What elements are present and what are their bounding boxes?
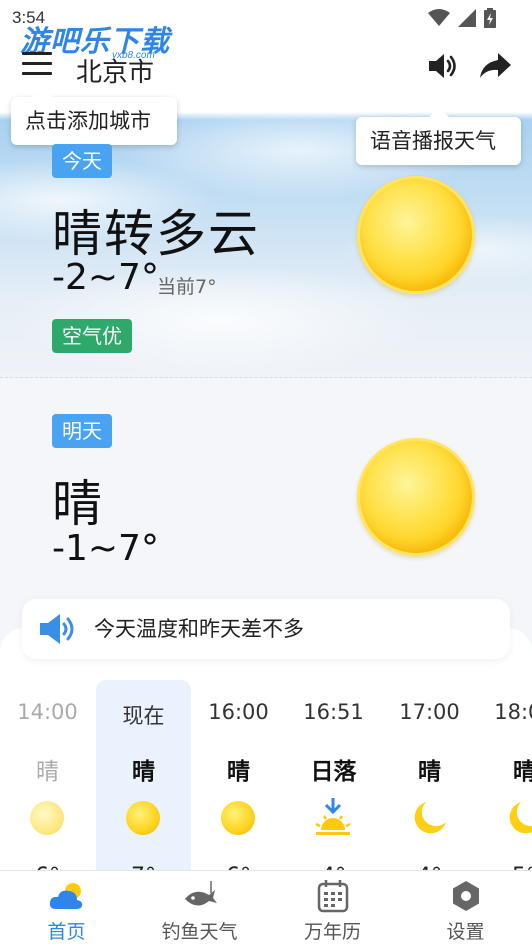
hour-col-now[interactable]: 现在 晴 7°: [96, 680, 191, 889]
hour-time: 16:00: [208, 700, 269, 724]
nav-home[interactable]: 首页: [0, 871, 133, 946]
menu-icon[interactable]: [22, 52, 52, 76]
moon-icon: [414, 802, 446, 834]
nav-label: 首页: [47, 921, 86, 943]
nav-label: 钓鱼天气: [161, 921, 238, 943]
hour-time: 16:51: [303, 700, 364, 724]
sun-icon: [126, 801, 160, 835]
calendar-icon: [317, 880, 348, 913]
hour-condition: 晴: [132, 759, 155, 785]
hour-time: 14:00: [17, 700, 78, 724]
hour-col[interactable]: 14:00 晴 6°: [0, 680, 95, 889]
today-condition: 晴转多云: [52, 205, 260, 263]
sunset-icon: [315, 798, 351, 835]
current-temp: 当前7°: [157, 276, 217, 298]
sun-icon: [221, 801, 255, 835]
nav-fishing[interactable]: 钓鱼天气: [133, 871, 266, 946]
speaker-icon[interactable]: [426, 50, 460, 82]
hour-condition: 晴: [36, 759, 59, 785]
air-quality-badge[interactable]: 空气优: [52, 319, 132, 353]
voice-broadcast-tooltip[interactable]: 语音播报天气: [356, 117, 521, 165]
hour-condition: 晴: [418, 759, 441, 785]
nav-label: 万年历: [303, 921, 361, 943]
tomorrow-condition: 晴: [52, 475, 104, 533]
today-temp-range: -2~7°: [52, 257, 159, 298]
today-sun-icon: [357, 176, 475, 294]
wifi-icon: [428, 9, 450, 26]
cloud-sun-icon: [49, 883, 82, 909]
day-divider: [0, 377, 532, 378]
signal-icon: [458, 9, 476, 27]
nav-settings[interactable]: 设置: [399, 871, 532, 946]
today-badge: 今天: [52, 144, 112, 178]
sun-icon: [30, 801, 64, 835]
battery-icon: [484, 8, 496, 28]
hour-col[interactable]: 16:00 晴 6°: [191, 680, 286, 889]
tomorrow-badge: 明天: [52, 414, 112, 448]
nav-calendar[interactable]: 万年历: [266, 871, 399, 946]
bottom-nav: 首页 钓鱼天气 万年历 设置: [0, 870, 532, 946]
notice-text: 今天温度和昨天差不多: [94, 617, 304, 641]
city-title[interactable]: 北京市: [76, 52, 154, 89]
settings-icon: [452, 881, 479, 911]
hour-condition: 晴: [513, 759, 532, 785]
temp-notice[interactable]: 今天温度和昨天差不多: [22, 599, 510, 659]
moon-icon: [509, 802, 532, 834]
hour-condition: 日落: [310, 759, 357, 785]
hour-time: 17:00: [399, 700, 460, 724]
fishing-icon: [184, 881, 217, 906]
nav-label: 设置: [446, 921, 485, 943]
hour-col[interactable]: 18:00 晴 5°: [477, 680, 532, 889]
share-icon[interactable]: [478, 50, 512, 82]
status-icons: [428, 8, 496, 28]
hour-time: 现在: [122, 704, 165, 728]
hour-col[interactable]: 17:00 晴 4°: [382, 680, 477, 889]
add-city-tooltip[interactable]: 点击添加城市: [11, 97, 177, 145]
tomorrow-sun-icon: [357, 438, 475, 556]
hour-col[interactable]: 16:51 日落 4°: [286, 680, 381, 889]
hour-time: 18:00: [494, 700, 532, 724]
hour-condition: 晴: [227, 759, 250, 785]
speaker-icon: [40, 614, 74, 644]
tomorrow-temp-range: -1~7°: [52, 528, 159, 569]
